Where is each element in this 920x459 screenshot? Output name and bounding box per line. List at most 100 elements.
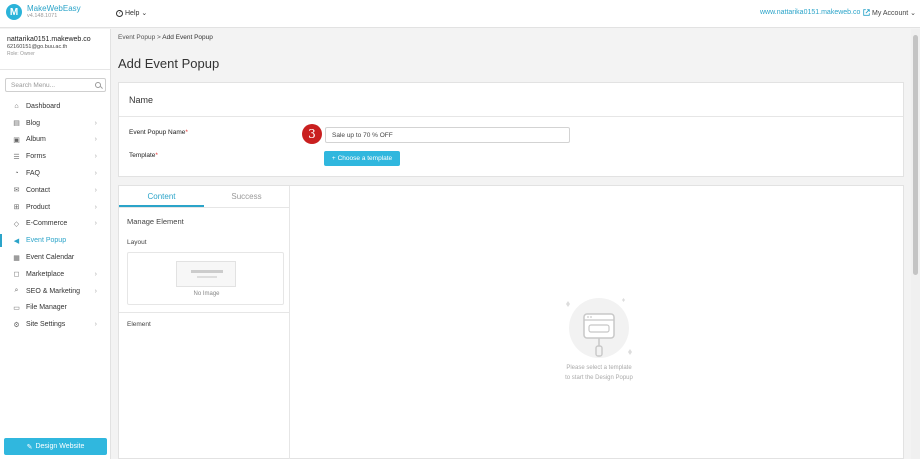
chevron-right-icon: › bbox=[94, 186, 97, 194]
user-name: nattarika0151.makeweb.co bbox=[7, 36, 91, 43]
sidebar-item-seo-marketing[interactable]: ⌕ SEO & Marketing › bbox=[0, 283, 110, 300]
sidebar-item-album[interactable]: ▣ Album › bbox=[0, 132, 110, 149]
user-info: nattarika0151.makeweb.co 62160151@go.buu… bbox=[0, 29, 110, 58]
pencil-icon: ✎ bbox=[26, 443, 33, 451]
sidebar-item-label: SEO & Marketing bbox=[26, 287, 81, 295]
layout-thumbnail bbox=[176, 261, 236, 287]
required-mark: * bbox=[185, 129, 188, 136]
sidebar-item-event-calendar[interactable]: ▦ Event Calendar bbox=[0, 249, 110, 266]
makeweb-logo-icon: M bbox=[6, 4, 22, 20]
sidebar-menu: ⌂ Dashboard ▤ Blog › ▣ Album › ☰ Forms › ◔ FAQ › ✉ Cont… bbox=[0, 98, 110, 333]
folder-icon: ▭ bbox=[13, 304, 20, 312]
brand[interactable]: M MakeWebEasy v4.148.1071 bbox=[6, 4, 81, 20]
choose-template-button[interactable]: + Choose a template bbox=[324, 151, 400, 166]
plus-icon: + bbox=[331, 155, 336, 162]
chevron-right-icon: › bbox=[94, 203, 97, 211]
shopping-bag-icon: ◻ bbox=[13, 271, 20, 279]
scrollbar-thumb[interactable] bbox=[913, 35, 918, 275]
design-website-label: Design Website bbox=[35, 443, 85, 450]
chevron-right-icon: › bbox=[94, 136, 97, 144]
sidebar-item-forms[interactable]: ☰ Forms › bbox=[0, 148, 110, 165]
mail-icon: ✉ bbox=[13, 187, 20, 195]
chevron-right-icon: › bbox=[94, 321, 97, 329]
account-menu[interactable]: My Account ⌄ bbox=[872, 9, 916, 17]
chevron-right-icon: › bbox=[94, 170, 97, 178]
site-url: www.nattarika0151.makeweb.co bbox=[760, 9, 861, 16]
placeholder-text: Please select a template to start the De… bbox=[504, 364, 694, 383]
sidebar-item-label: E-Commerce bbox=[26, 220, 68, 228]
sidebar-item-file-manager[interactable]: ▭ File Manager bbox=[0, 300, 110, 317]
sidebar-item-marketplace[interactable]: ◻ Marketplace › bbox=[0, 266, 110, 283]
megaphone-icon: ◀ bbox=[13, 237, 20, 245]
layout-label: Layout bbox=[127, 239, 147, 246]
divider bbox=[119, 312, 290, 313]
breadcrumb-parent[interactable]: Event Popup bbox=[118, 34, 155, 41]
tab-content[interactable]: Content bbox=[119, 186, 204, 207]
design-canvas: Please select a template to start the De… bbox=[292, 186, 903, 459]
site-link[interactable]: www.nattarika0151.makeweb.co bbox=[760, 9, 871, 16]
sidebar-item-label: Dashboard bbox=[26, 102, 61, 110]
user-role: Role: Owner bbox=[7, 51, 35, 58]
popup-name-input[interactable]: Sale up to 70 % OFF bbox=[325, 127, 570, 143]
app-name: MakeWebEasy bbox=[27, 3, 81, 13]
top-bar: M MakeWebEasy v4.148.1071 ? Help ⌄ www.n… bbox=[0, 0, 920, 28]
sidebar: nattarika0151.makeweb.co 62160151@go.buu… bbox=[0, 29, 111, 459]
list-icon: ☰ bbox=[13, 153, 20, 161]
layout-selector[interactable]: No Image bbox=[127, 252, 284, 305]
name-section: Name Event Popup Name* Template* 3 Sale … bbox=[118, 82, 904, 177]
sidebar-item-contact[interactable]: ✉ Contact › bbox=[0, 182, 110, 199]
sidebar-item-label: Event Popup bbox=[26, 237, 67, 245]
sidebar-item-label: File Manager bbox=[26, 304, 67, 312]
design-website-button[interactable]: ✎ Design Website bbox=[4, 438, 107, 455]
page-scrollbar[interactable] bbox=[911, 29, 920, 459]
search-icon bbox=[95, 82, 101, 88]
sidebar-item-label: Contact bbox=[26, 186, 51, 194]
sidebar-item-label: FAQ bbox=[26, 170, 41, 178]
chevron-right-icon: › bbox=[94, 220, 97, 228]
editor-tabs: Content Success bbox=[119, 186, 289, 208]
no-image-label: No Image bbox=[193, 291, 220, 297]
gear-icon: ⚙ bbox=[13, 321, 20, 329]
template-label-text: Template bbox=[129, 152, 156, 159]
chevron-right-icon: › bbox=[94, 119, 97, 127]
account-label: My Account bbox=[872, 10, 909, 17]
sidebar-item-dashboard[interactable]: ⌂ Dashboard bbox=[0, 98, 110, 115]
app-version: v4.148.1071 bbox=[27, 12, 58, 19]
search-icon: ⌕ bbox=[14, 287, 19, 295]
sidebar-item-label: Product bbox=[26, 203, 51, 211]
sidebar-item-e-commerce[interactable]: ◇ E-Commerce › bbox=[0, 216, 110, 233]
choose-template-label: Choose a template bbox=[337, 155, 393, 162]
placeholder-line-1: Please select a template bbox=[566, 365, 632, 371]
sidebar-item-site-settings[interactable]: ⚙ Site Settings › bbox=[0, 316, 110, 333]
element-label: Element bbox=[127, 321, 151, 328]
breadcrumb-current: Add Event Popup bbox=[162, 34, 213, 41]
popup-name-label: Event Popup Name* bbox=[129, 129, 188, 136]
template-label: Template* bbox=[129, 152, 158, 159]
user-email: 62160151@go.buu.ac.th bbox=[7, 44, 68, 51]
placeholder-line-2: to start the Design Popup bbox=[565, 374, 633, 381]
name-section-title: Name bbox=[119, 83, 903, 117]
chevron-right-icon: › bbox=[94, 153, 97, 161]
sidebar-item-blog[interactable]: ▤ Blog › bbox=[0, 115, 110, 132]
required-mark: * bbox=[155, 152, 158, 159]
chevron-down-icon: ⌄ bbox=[910, 10, 917, 17]
help-menu[interactable]: ? Help ⌄ bbox=[116, 9, 147, 17]
chat-icon: ◔ bbox=[14, 170, 19, 178]
page-title: Add Event Popup bbox=[118, 56, 220, 71]
sidebar-item-label: Forms bbox=[26, 153, 46, 161]
sidebar-item-event-popup[interactable]: ◀ Event Popup bbox=[0, 232, 110, 249]
help-label: Help bbox=[125, 9, 140, 17]
tab-success[interactable]: Success bbox=[204, 186, 289, 207]
sidebar-item-label: Marketplace bbox=[26, 270, 65, 278]
search-menu-input[interactable]: Search Menu... bbox=[5, 78, 106, 92]
document-icon: ▤ bbox=[13, 120, 20, 128]
search-placeholder: Search Menu... bbox=[11, 82, 56, 89]
element-panel: Content Success Manage Element Layout No… bbox=[119, 186, 290, 459]
breadcrumb: Event Popup > Add Event Popup bbox=[118, 34, 213, 41]
sidebar-item-faq[interactable]: ◔ FAQ › bbox=[0, 165, 110, 182]
question-icon: ? bbox=[116, 9, 123, 17]
image-icon: ▣ bbox=[13, 136, 20, 144]
sidebar-item-product[interactable]: ⊞ Product › bbox=[0, 199, 110, 216]
cart-icon: ⊞ bbox=[13, 204, 20, 212]
sidebar-item-label: Site Settings bbox=[26, 321, 66, 329]
